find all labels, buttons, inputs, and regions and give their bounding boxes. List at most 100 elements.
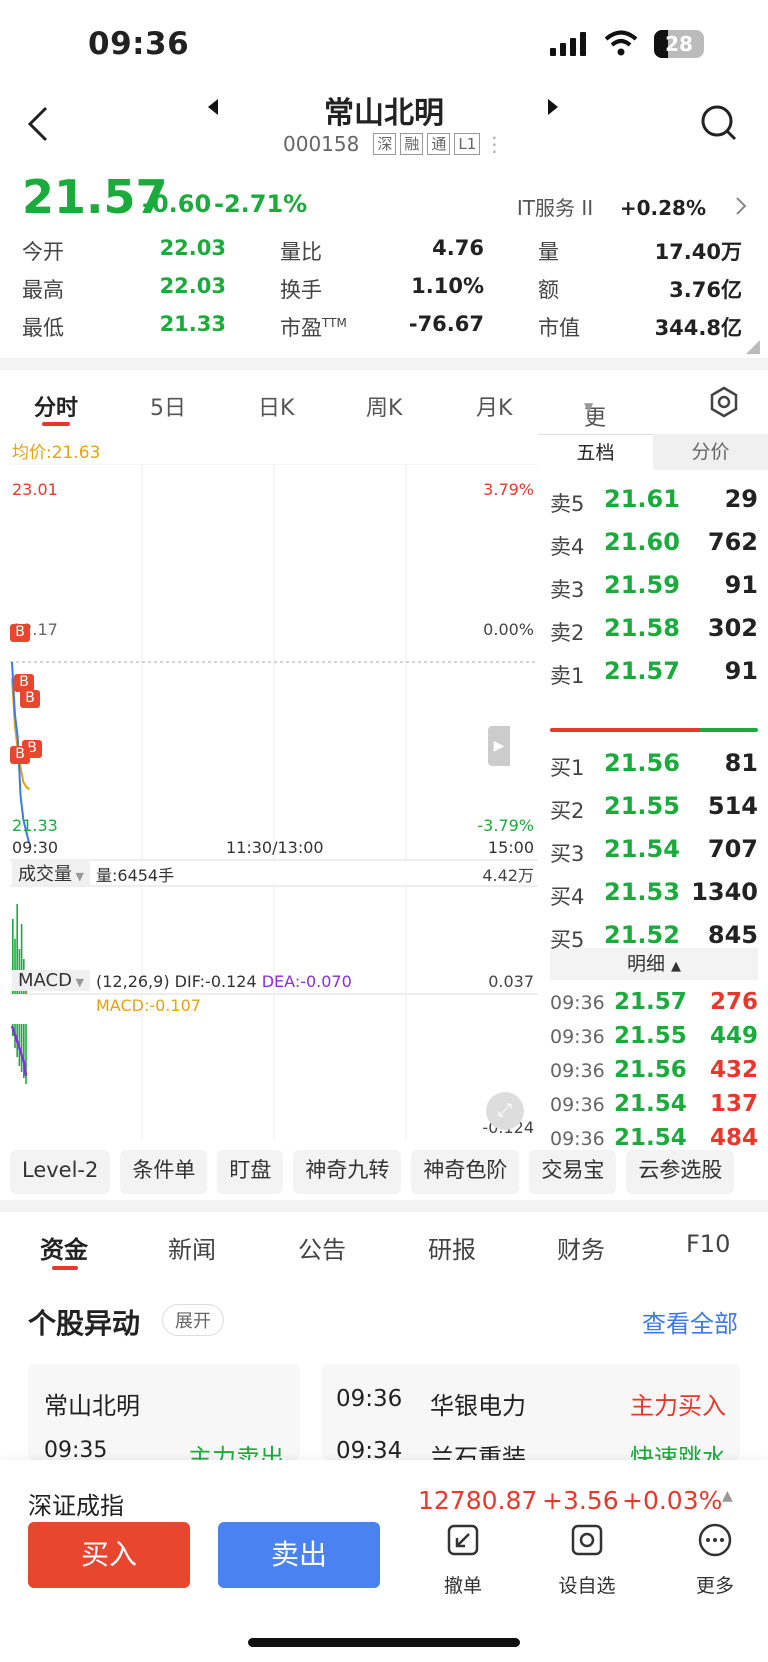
volume-max: 4.42万 — [482, 866, 534, 885]
pct-bot-label: -3.79% — [477, 816, 534, 835]
view-all-link[interactable]: 查看全部 — [642, 1304, 738, 1339]
stat-label: 额 — [538, 278, 559, 302]
level-qty: 302 — [707, 614, 758, 642]
macd-dea: DEA:-0.070 — [261, 972, 352, 991]
tab-funds[interactable]: 资金 — [40, 1230, 88, 1265]
bid-row[interactable]: 买3 21.54 707 — [538, 832, 758, 872]
cancel-order-button[interactable]: 撤单 — [418, 1522, 508, 1598]
next-stock-icon[interactable] — [546, 98, 560, 116]
expand-button[interactable]: 展开 — [162, 1304, 224, 1336]
tab-f10[interactable]: F10 — [686, 1230, 730, 1258]
caret-up-icon[interactable]: ▲ — [722, 1488, 733, 1504]
tab-five-levels[interactable]: 五档 — [538, 434, 653, 470]
tool-chip[interactable]: 神奇九转 — [293, 1150, 402, 1194]
more-button[interactable]: 更多 — [670, 1522, 760, 1598]
tick-qty: 276 — [709, 989, 758, 1015]
tick-price: 21.55 — [614, 1023, 687, 1049]
tool-chip[interactable]: 云参选股 — [626, 1150, 735, 1194]
buy-button[interactable]: 买入 — [28, 1522, 190, 1588]
expand-panel-handle[interactable]: ▶ — [488, 726, 510, 766]
bid-ask-ratio-bar — [550, 728, 758, 732]
tick-time: 09:36 — [550, 1026, 605, 1048]
settings-icon[interactable] — [708, 386, 740, 418]
tick-qty: 137 — [709, 1091, 758, 1117]
bid-row[interactable]: 买4 21.53 1340 — [538, 875, 758, 915]
ask-row[interactable]: 卖2 21.58 302 — [538, 611, 758, 651]
tool-chip[interactable]: 交易宝 — [529, 1150, 617, 1194]
tick-price: 21.54 — [614, 1091, 687, 1117]
volume-label: 成交量 — [18, 864, 72, 885]
order-book: 五档 分价 明细 ▲ 卖5 21.61 29 卖4 21.60 762 卖3 21.59 91 卖… — [538, 434, 768, 1151]
chevron-right-icon[interactable] — [735, 196, 747, 216]
macd-indicator-select[interactable]: MACD ▼ — [12, 970, 90, 991]
sector-change: +0.28% — [619, 196, 706, 220]
movement-title: 个股异动 — [28, 1307, 141, 1340]
macd-params: (12,26,9) DIF:-0.124 DEA:-0.070 — [96, 972, 352, 991]
macd-params-text: (12,26,9) — [96, 972, 170, 991]
movement-card-own[interactable]: 常山北明 09:35 主力卖出 — [28, 1364, 300, 1472]
avg-price-label: 均价:21.63 — [12, 443, 101, 463]
bid-row[interactable]: 买1 21.56 81 — [538, 746, 758, 786]
level-label: 卖5 — [550, 492, 585, 516]
tick-row: 09:36 21.54 137 — [538, 1088, 758, 1122]
add-watchlist-button[interactable]: 设自选 — [542, 1522, 632, 1598]
tab-price-distribution[interactable]: 分价 — [653, 434, 768, 470]
tool-chip[interactable]: 神奇色阶 — [411, 1150, 520, 1194]
movement-time: 09:36 — [336, 1386, 403, 1412]
tab-weekly-k[interactable]: 周K — [366, 390, 402, 422]
ask-row[interactable]: 卖4 21.60 762 — [538, 525, 758, 565]
level-label: 买1 — [550, 756, 585, 780]
watchlist-icon — [571, 1524, 603, 1556]
tick-time: 09:36 — [550, 1094, 605, 1116]
tool-chip[interactable]: 条件单 — [120, 1150, 208, 1194]
level-qty: 514 — [707, 792, 758, 820]
stat-value: 17.40万 — [654, 240, 742, 264]
chart-tabs: 分时 5日 日K 周K 月K 更多 ▼ — [0, 380, 768, 463]
macd-top: 0.037 — [488, 972, 534, 991]
corner-expand-icon[interactable] — [746, 340, 760, 354]
tool-chip[interactable]: 盯盘 — [217, 1150, 284, 1194]
tab-daily-k[interactable]: 日K — [258, 390, 294, 422]
level-price: 21.55 — [604, 792, 680, 820]
volume-indicator-select[interactable]: 成交量 ▼ — [12, 860, 90, 886]
tag-shen: 深 — [373, 133, 397, 155]
ask-row[interactable]: 卖5 21.61 29 — [538, 482, 758, 522]
stat-value: 22.03 — [159, 274, 226, 298]
tab-finance[interactable]: 财务 — [557, 1230, 605, 1265]
sector-link[interactable]: IT服务 II +0.28% — [517, 192, 706, 221]
tab-5day[interactable]: 5日 — [150, 390, 186, 422]
movement-card-market[interactable]: 09:36 华银电力 主力买入 09:34 兰石重装 快速跳水 — [322, 1364, 740, 1472]
buy-marker[interactable]: B — [10, 746, 30, 764]
sell-button[interactable]: 卖出 — [218, 1522, 380, 1588]
intraday-chart[interactable]: 均价:21.63 23.01 3.79% 22.17 0.00% 21.33 -… — [10, 434, 538, 1140]
tab-intraday[interactable]: 分时 — [34, 390, 78, 422]
status-bar: 09:36 28 — [0, 0, 768, 90]
orderbook-rows: 明细 ▲ 卖5 21.61 29 卖4 21.60 762 卖3 21.59 91 卖2 21.58… — [538, 470, 768, 1151]
search-icon[interactable] — [700, 104, 738, 142]
pct-top-label: 3.79% — [483, 480, 534, 499]
stat-label: 最高 — [22, 278, 64, 302]
macd-dif: DIF:-0.124 — [174, 972, 257, 991]
bid-row[interactable]: 买2 21.55 514 — [538, 789, 758, 829]
tool-chip[interactable]: Level-2 — [10, 1150, 111, 1194]
tab-news[interactable]: 新闻 — [168, 1230, 216, 1265]
ask-row[interactable]: 卖3 21.59 91 — [538, 568, 758, 608]
tab-research[interactable]: 研报 — [428, 1230, 476, 1265]
level-label: 卖2 — [550, 621, 585, 645]
stat-value: 22.03 — [159, 236, 226, 260]
movement-event: 主力买入 — [630, 1392, 726, 1420]
tag-tong: 通 — [427, 133, 451, 155]
tab-announcements[interactable]: 公告 — [298, 1230, 346, 1265]
index-name[interactable]: 深证成指 — [28, 1486, 124, 1521]
buy-marker[interactable]: B — [10, 624, 30, 642]
buy-marker[interactable]: B — [20, 690, 40, 708]
stock-code-row: 000158 深 融 通 L1 ⋮ — [283, 132, 504, 156]
ask-row[interactable]: 卖1 21.57 91 — [538, 654, 758, 694]
stat-value: 21.33 — [159, 312, 226, 336]
more-dots-icon[interactable]: ⋮ — [484, 132, 504, 156]
tool-chips: Level-2 条件单 盯盘 神奇九转 神奇色阶 交易宝 云参选股 — [10, 1150, 768, 1194]
tab-monthly-k[interactable]: 月K — [476, 390, 512, 422]
level-price: 21.61 — [604, 485, 680, 513]
fullscreen-icon[interactable]: ⤢ — [486, 1092, 524, 1130]
bid-row[interactable]: 买5 21.52 845 — [538, 918, 758, 958]
